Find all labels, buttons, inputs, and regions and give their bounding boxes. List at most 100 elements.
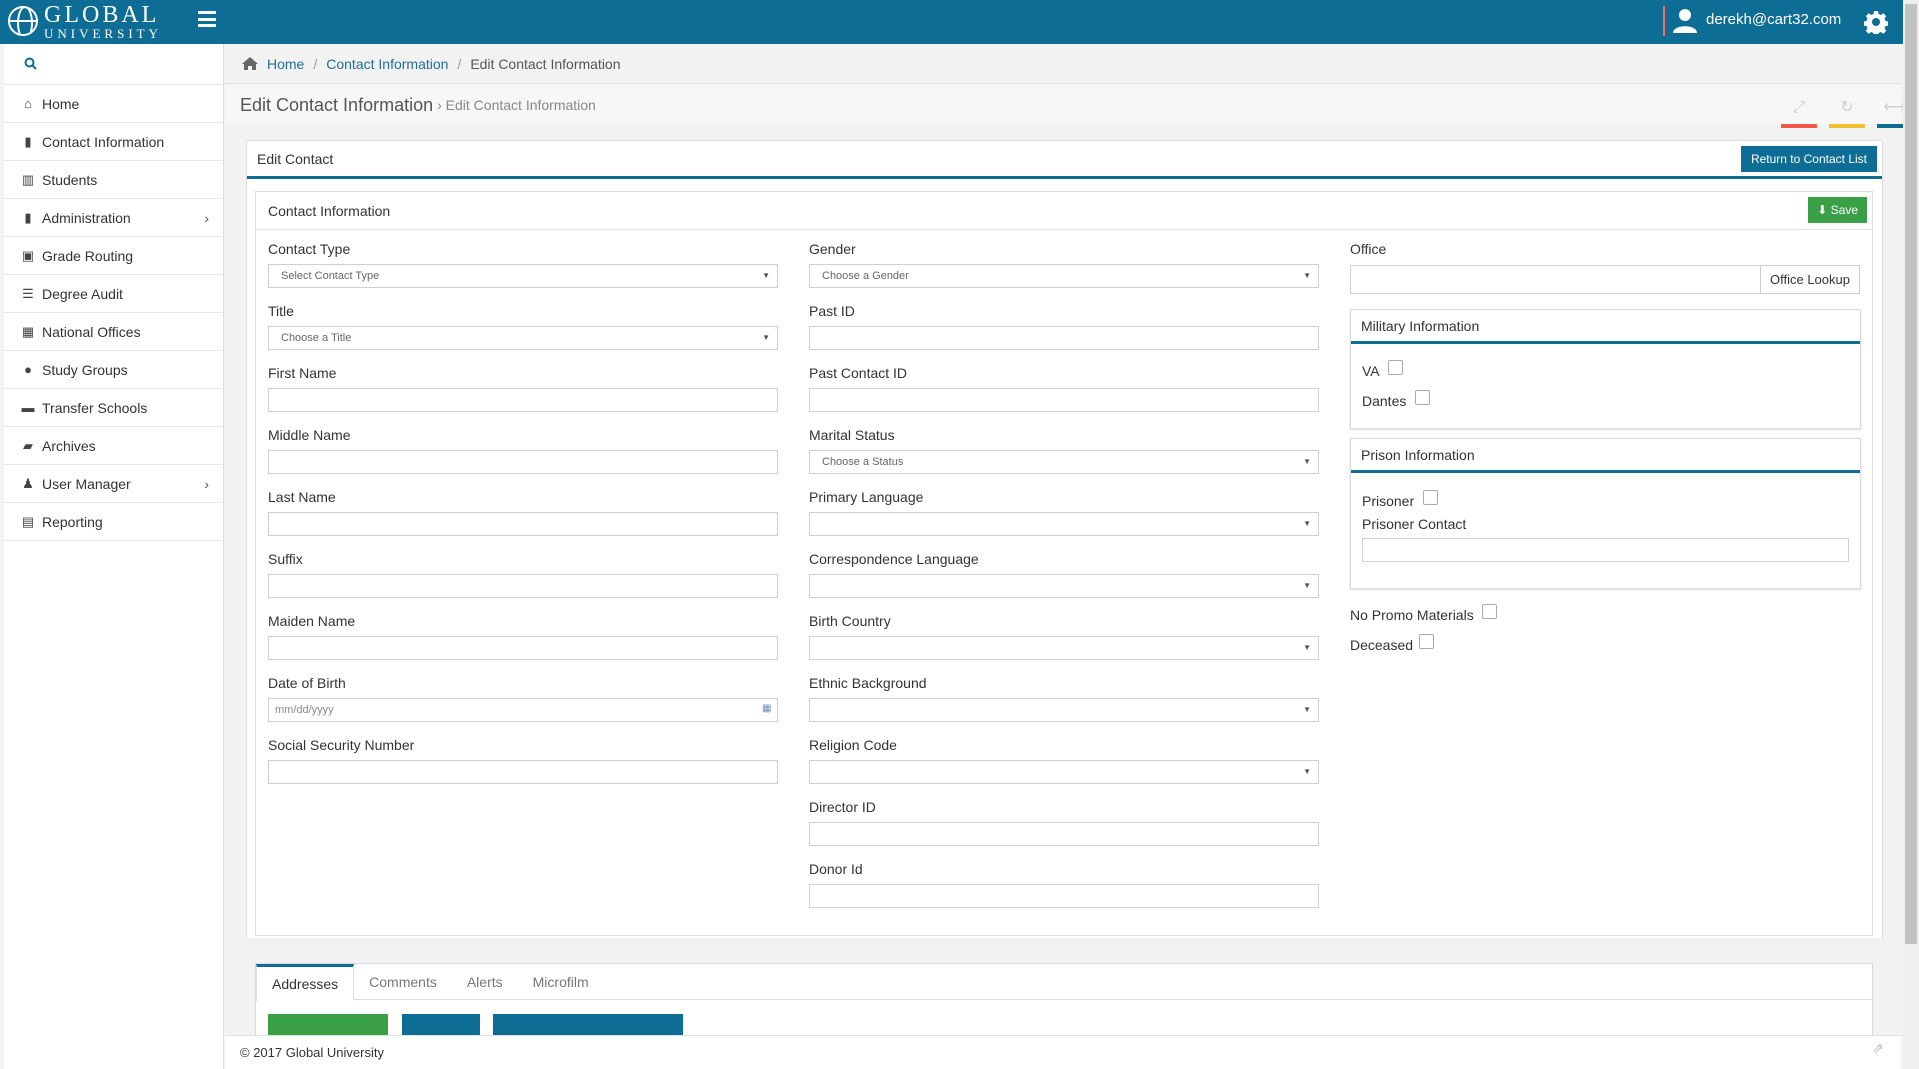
birth-country-select[interactable] [809, 636, 1319, 660]
calendar-icon[interactable]: ▦ [762, 703, 771, 714]
deceased-checkbox[interactable] [1419, 634, 1434, 649]
suffix-input[interactable] [268, 574, 778, 598]
maiden-name-label: Maiden Name [268, 613, 356, 629]
inbox-icon: ▣ [21, 247, 35, 263]
fullscreen-icon[interactable]: ⤢ [1781, 96, 1817, 128]
sidebar-item-contact-information[interactable]: ▮ Contact Information [4, 123, 223, 161]
sidebar-item-reporting[interactable]: ▤ Reporting [4, 503, 223, 541]
director-id-input[interactable] [809, 822, 1319, 846]
prisoner-checkbox[interactable] [1423, 490, 1438, 505]
sidebar-item-grade-routing[interactable]: ▣ Grade Routing [4, 237, 223, 275]
past-contact-id-input[interactable] [809, 388, 1319, 412]
gender-select[interactable]: Choose a Gender [809, 264, 1319, 288]
office-lookup-button[interactable]: Office Lookup [1760, 265, 1860, 294]
user-avatar-icon[interactable] [1671, 6, 1699, 34]
save-button[interactable]: ⬇ Save [1808, 197, 1867, 223]
page-scrollbar[interactable] [1903, 0, 1919, 1069]
home-icon[interactable] [241, 56, 259, 71]
prison-information-card: Prison Information [1350, 438, 1861, 589]
download-icon: ⬇ [1817, 203, 1828, 217]
office-input[interactable] [1350, 265, 1761, 294]
first-name-label: First Name [268, 365, 337, 381]
logo[interactable]: GLOBAL UNIVERSITY [8, 1, 162, 40]
tab-addresses[interactable]: Addresses [256, 964, 355, 1001]
user-email[interactable]: derekh@cart32.com [1706, 11, 1841, 28]
past-id-input[interactable] [809, 326, 1319, 350]
page-subtitle: › Edit Contact Information [437, 97, 596, 113]
primary-language-select[interactable] [809, 512, 1319, 536]
breadcrumb-contact-information-link[interactable]: Contact Information [326, 56, 448, 72]
sidebar-item-transfer-schools[interactable]: ▬ Transfer Schools [4, 389, 223, 427]
suffix-label: Suffix [268, 551, 303, 567]
sidebar-item-label: Reporting [42, 513, 103, 530]
donor-id-label: Donor Id [809, 861, 863, 877]
sidebar-item-administration[interactable]: ▮ Administration › [4, 199, 223, 237]
ssn-label: Social Security Number [268, 737, 415, 753]
gender-label: Gender [809, 241, 856, 257]
sidebar: ⌂ Home ▮ Contact Information ▥ Students … [4, 44, 224, 1069]
home-icon: ⌂ [24, 96, 32, 111]
list-icon: ☰ [22, 285, 34, 301]
prisoner-contact-input[interactable] [1362, 538, 1849, 562]
sidebar-item-label: Administration [42, 209, 131, 226]
sidebar-item-national-offices[interactable]: ▦ National Offices [4, 313, 223, 351]
last-name-input[interactable] [268, 512, 778, 536]
scrollbar-thumb[interactable] [1905, 4, 1917, 944]
search-icon[interactable] [24, 57, 37, 70]
birth-country-label: Birth Country [809, 613, 891, 629]
military-information-title: Military Information [1361, 317, 1480, 334]
ssn-input[interactable] [268, 760, 778, 784]
sidebar-item-user-manager[interactable]: ♟ User Manager › [4, 465, 223, 503]
breadcrumb: Home / Contact Information / Edit Contac… [225, 44, 1901, 84]
dantes-checkbox[interactable] [1415, 390, 1430, 405]
gear-icon[interactable] [1864, 10, 1888, 34]
sidebar-search[interactable] [4, 44, 223, 85]
prisoner-contact-label: Prisoner Contact [1362, 516, 1467, 532]
ethnic-background-label: Ethnic Background [809, 675, 927, 691]
contact-type-label: Contact Type [268, 241, 351, 257]
director-id-label: Director ID [809, 799, 876, 815]
sidebar-item-study-groups[interactable]: ● Study Groups [4, 351, 223, 389]
refresh-icon[interactable]: ↻ [1829, 96, 1865, 128]
title-select[interactable]: Choose a Title [268, 326, 778, 350]
logo-text-line1: GLOBAL [44, 1, 160, 28]
page-title: Edit Contact Information [240, 94, 434, 115]
sidebar-item-archives[interactable]: ▰ Archives [4, 427, 223, 465]
donor-id-input[interactable] [809, 884, 1319, 908]
menu-toggle-icon[interactable] [198, 11, 216, 27]
building-icon: ▦ [21, 323, 35, 339]
military-information-card: Military Information [1350, 309, 1861, 429]
correspondence-language-label: Correspondence Language [809, 551, 979, 567]
middle-name-label: Middle Name [268, 427, 351, 443]
marital-status-select[interactable]: Choose a Status [809, 450, 1319, 474]
va-checkbox[interactable] [1388, 360, 1403, 375]
last-name-label: Last Name [268, 489, 336, 505]
sidebar-item-degree-audit[interactable]: ☰ Degree Audit [4, 275, 223, 313]
no-promo-materials-checkbox[interactable] [1482, 604, 1497, 619]
prisoner-label: Prisoner [1362, 493, 1415, 509]
ethnic-background-select[interactable] [809, 698, 1319, 722]
middle-name-input[interactable] [268, 450, 778, 474]
contact-type-select[interactable]: Select Contact Type [268, 264, 778, 288]
maiden-name-input[interactable] [268, 636, 778, 660]
briefcase-icon: ▬ [21, 400, 35, 415]
widget-tools: ⤢ ↻ ⟷ [1781, 96, 1913, 128]
file-icon: ▤ [21, 513, 35, 529]
tab-comments[interactable]: Comments [354, 964, 452, 1000]
correspondence-language-select[interactable] [809, 574, 1319, 598]
date-of-birth-input[interactable]: mm/dd/yyyy [268, 698, 778, 722]
tab-microfilm[interactable]: Microfilm [518, 964, 604, 1000]
external-link-icon[interactable]: ⇗ [1872, 1040, 1888, 1056]
sidebar-item-students[interactable]: ▥ Students [4, 161, 223, 199]
religion-code-select[interactable] [809, 760, 1319, 784]
marital-status-label: Marital Status [809, 427, 895, 443]
sidebar-item-label: National Offices [42, 323, 141, 340]
breadcrumb-home-link[interactable]: Home [267, 56, 304, 72]
sidebar-item-home[interactable]: ⌂ Home [4, 85, 223, 123]
copyright-text: © 2017 Global University [240, 1045, 384, 1060]
return-to-contact-list-button[interactable]: Return to Contact List [1740, 146, 1877, 172]
institution-icon: ▥ [21, 171, 35, 187]
first-name-input[interactable] [268, 388, 778, 412]
dantes-label: Dantes [1362, 393, 1407, 409]
tab-alerts[interactable]: Alerts [452, 964, 518, 1000]
